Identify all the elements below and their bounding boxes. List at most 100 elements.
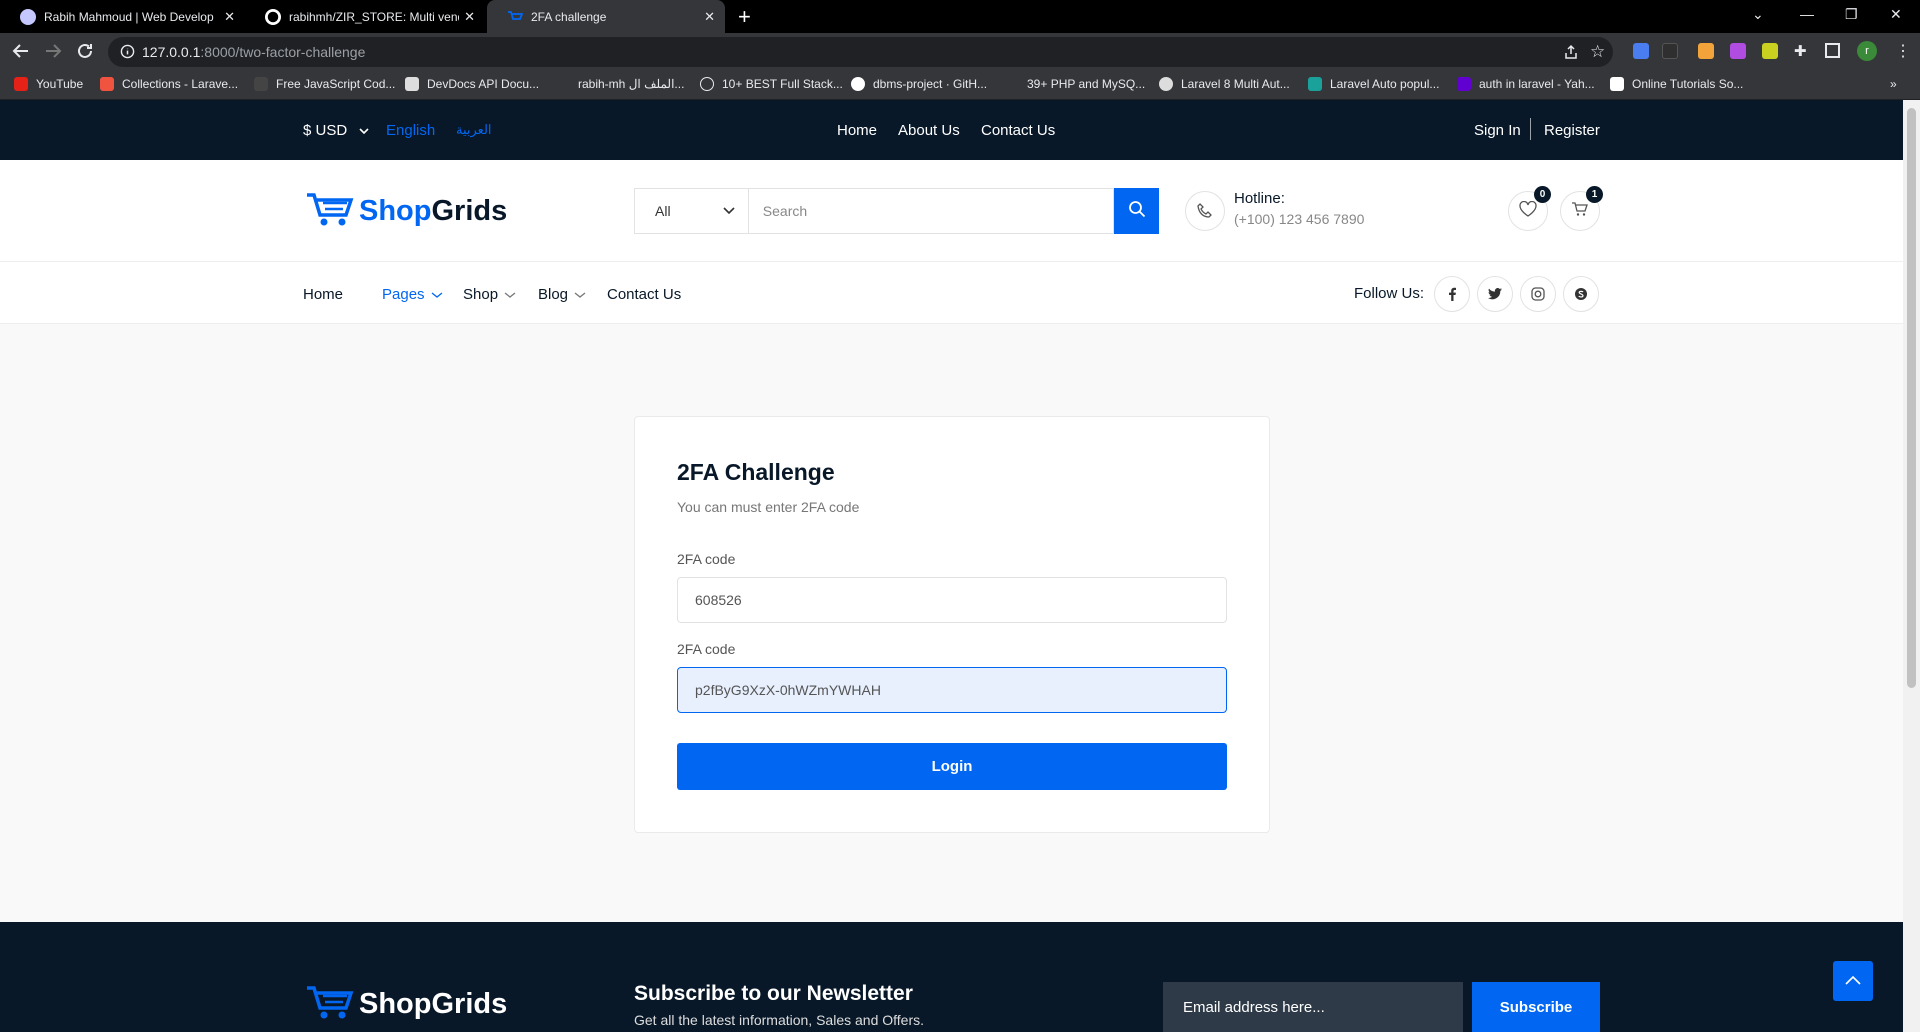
footer-logo-shop: Shop [359,988,432,1020]
bookmark-label: 10+ BEST Full Stack... [722,77,843,91]
bookmark-item[interactable]: Free JavaScript Cod... [254,77,395,91]
scroll-to-top-button[interactable] [1833,961,1873,1001]
bookmark-item[interactable]: rabih-mh الملف ال... [556,77,684,91]
newsletter-email-input[interactable] [1163,982,1463,1032]
code-label: 2FA code [677,551,736,567]
bookmarks-overflow-icon[interactable]: » [1890,77,1897,91]
twitter-icon[interactable] [1477,276,1513,312]
topbar-divider [1530,118,1531,140]
footer-logo[interactable]: ShopGrids [305,982,507,1027]
youtube-icon [14,77,28,91]
extension-icon[interactable] [1662,43,1678,59]
reload-icon[interactable] [76,42,94,65]
bookmark-item[interactable]: 39+ PHP and MySQ... [1005,77,1145,91]
bookmark-label: Online Tutorials So... [1632,77,1744,91]
new-tab-icon[interactable]: + [738,4,751,30]
login-button[interactable]: Login [677,743,1227,790]
nav-pages[interactable]: Pages [382,286,443,303]
site-logo[interactable]: ShopGrids [305,189,507,234]
bookmark-star-icon[interactable]: ☆ [1590,42,1605,62]
bookmark-label: YouTube [36,77,84,91]
bookmark-item[interactable]: Online Tutorials So... [1610,77,1743,91]
share-icon[interactable] [1563,44,1579,65]
browser-tab[interactable]: Rabih Mahmoud | Web Developer ✕ [0,0,245,33]
profile-avatar[interactable]: r [1857,41,1877,61]
wishlist-count-badge: 0 [1534,186,1551,203]
topbar-about-link[interactable]: About Us [898,122,960,139]
extension-icon[interactable] [1698,43,1714,59]
forward-icon[interactable] [44,42,62,65]
sign-in-link[interactable]: Sign In [1474,122,1521,139]
profile-icon [556,77,570,91]
bookmark-item[interactable]: YouTube [14,77,83,91]
site-footer: ShopGrids Subscribe to our Newsletter Ge… [0,922,1903,1032]
bookmark-label: Laravel Auto popul... [1330,77,1440,91]
recovery-code-input[interactable] [677,667,1227,713]
browser-tab-bar: Rabih Mahmoud | Web Developer ✕ rabihmh/… [0,0,1920,33]
footer-logo-grids: Grids [431,988,508,1020]
bookmark-label: auth in laravel - Yah... [1479,77,1595,91]
back-icon[interactable] [12,42,30,65]
subscribe-button[interactable]: Subscribe [1472,982,1600,1032]
bookmark-item[interactable]: Laravel 8 Multi Aut... [1159,77,1290,91]
close-tab-icon[interactable]: ✕ [464,9,475,25]
bookmark-item[interactable]: auth in laravel - Yah... [1457,77,1595,91]
minimize-icon[interactable]: — [1800,6,1814,22]
code-input[interactable] [677,577,1227,623]
language-arabic[interactable]: العربية [456,122,492,138]
browser-menu-icon[interactable]: ⋮ [1895,41,1911,61]
site-info-icon[interactable] [120,44,135,64]
topbar-contact-link[interactable]: Contact Us [981,122,1055,139]
nav-blog[interactable]: Blog [538,286,586,303]
bookmark-item[interactable]: 10+ BEST Full Stack... [700,77,843,91]
search-button[interactable] [1114,188,1159,234]
bookmark-item[interactable]: Collections - Larave... [100,77,238,91]
devdocs-icon [405,77,419,91]
extension-icon[interactable] [1730,43,1746,59]
category-select[interactable]: All [634,188,748,234]
currency-select[interactable]: $ USD [303,122,369,139]
close-tab-icon[interactable]: ✕ [704,9,715,25]
hotline-number: (+100) 123 456 7890 [1234,211,1365,227]
extension-icon[interactable] [1762,43,1778,59]
facebook-icon[interactable] [1434,276,1470,312]
language-english[interactable]: English [386,122,435,139]
extensions-puzzle-icon[interactable]: ✚ [1794,42,1807,60]
logo-text-shop: Shop [359,195,432,227]
nav-home[interactable]: Home [303,286,343,303]
nav-shop[interactable]: Shop [463,286,516,303]
topbar: $ USD English العربية Home About Us Cont… [0,100,1903,160]
tab-search-icon[interactable]: ⌄ [1752,6,1764,23]
url-text: 127.0.0.1:8000/two-factor-challenge [142,44,365,60]
topbar-home-link[interactable]: Home [837,122,877,139]
bookmark-label: DevDocs API Docu... [427,77,540,91]
bookmark-item[interactable]: DevDocs API Docu... [405,77,539,91]
search-input[interactable] [747,188,1115,234]
restore-icon[interactable]: ❐ [1845,6,1858,23]
tab-title: 2FA challenge [531,9,607,24]
browser-tab-active[interactable]: 2FA challenge ✕ [487,0,725,33]
instagram-icon[interactable] [1520,276,1556,312]
translate-extension-icon[interactable] [1633,43,1649,59]
follow-us-label: Follow Us: [1354,285,1425,302]
side-panel-icon[interactable] [1825,43,1840,58]
two-factor-card: 2FA Challenge You can must enter 2FA cod… [634,416,1270,833]
bookmark-item[interactable]: Laravel Auto popul... [1308,77,1439,91]
skype-icon[interactable] [1563,276,1599,312]
site-icon [1005,77,1019,91]
close-window-icon[interactable]: ✕ [1890,6,1902,23]
cart-count-badge: 1 [1586,186,1603,203]
search-bar: All [634,188,1159,234]
register-link[interactable]: Register [1544,122,1600,139]
chevron-up-icon [1845,972,1861,990]
address-bar[interactable]: 127.0.0.1:8000/two-factor-challenge ☆ [108,37,1613,67]
close-tab-icon[interactable]: ✕ [224,9,235,25]
nav-contact[interactable]: Contact Us [607,286,681,303]
heart-icon [1519,200,1537,222]
page-scrollbar[interactable] [1903,100,1920,1032]
bookmark-label: Collections - Larave... [122,77,239,91]
browser-tab[interactable]: rabihmh/ZIR_STORE: Multi vendor ✕ [245,0,485,33]
scrollbar-thumb[interactable] [1907,108,1916,688]
bookmark-item[interactable]: dbms-project · GitH... [851,77,987,91]
url-path: :8000/two-factor-challenge [200,44,366,60]
